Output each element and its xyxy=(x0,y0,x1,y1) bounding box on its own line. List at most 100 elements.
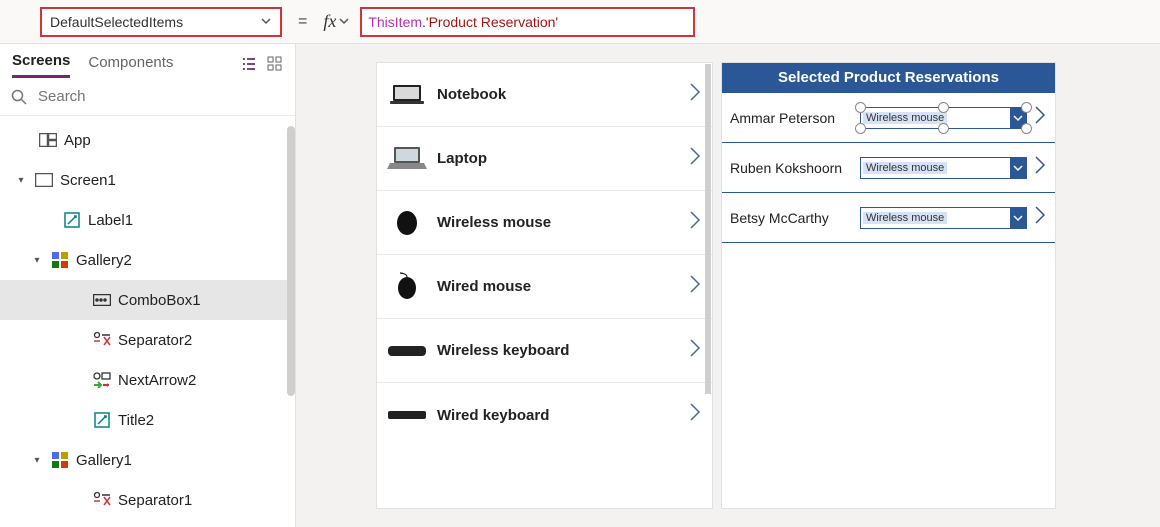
tree-node-gallery1[interactable]: ▾ Gallery1 xyxy=(0,440,295,480)
app-icon xyxy=(38,133,58,147)
tree-label: Separator2 xyxy=(118,332,192,349)
product-name: Wired mouse xyxy=(437,278,688,295)
selection-handle[interactable] xyxy=(938,102,949,113)
tree-label: Label1 xyxy=(88,212,133,229)
tree-node-screen1[interactable]: ▾ Screen1 xyxy=(0,160,295,200)
combobox-value: Wireless mouse xyxy=(863,112,947,124)
reservation-item[interactable]: Betsy McCarthy Wireless mouse xyxy=(722,193,1055,243)
selection-handle[interactable] xyxy=(1021,102,1032,113)
product-item[interactable]: Wired mouse xyxy=(377,255,712,319)
tab-components[interactable]: Components xyxy=(88,54,173,77)
reservation-person: Ammar Peterson xyxy=(730,110,860,126)
tree-node-separator2[interactable]: Separator2 xyxy=(0,320,295,360)
tree-tabs: Screens Components xyxy=(0,44,295,78)
canvas-area: Notebook Laptop xyxy=(296,44,1160,527)
tree-label: App xyxy=(64,132,91,149)
reservation-combobox-selected[interactable]: Wireless mouse xyxy=(860,107,1027,129)
property-dropdown[interactable]: DefaultSelectedItems xyxy=(40,7,282,37)
label-icon xyxy=(92,412,112,428)
product-item[interactable]: Wired keyboard xyxy=(377,383,712,447)
tree-view-panel: Screens Components App xyxy=(0,44,296,527)
tree-list-icon[interactable] xyxy=(241,56,257,75)
tree-node-title2[interactable]: Title2 xyxy=(0,400,295,440)
products-gallery[interactable]: Notebook Laptop xyxy=(376,62,713,509)
product-name: Laptop xyxy=(437,150,688,167)
product-item[interactable]: Laptop xyxy=(377,127,712,191)
reservation-person: Betsy McCarthy xyxy=(730,210,860,226)
chevron-right-icon[interactable] xyxy=(688,209,702,237)
chevron-right-icon[interactable] xyxy=(688,81,702,109)
product-name: Notebook xyxy=(437,86,688,103)
search-input[interactable] xyxy=(34,84,285,109)
scrollbar[interactable] xyxy=(287,126,295,396)
tree-label: Separator1 xyxy=(118,492,192,509)
formula-token-string: 'Product Reservation' xyxy=(426,14,558,30)
reservation-item[interactable]: Ammar Peterson Wireless mouse xyxy=(722,93,1055,143)
separator-icon xyxy=(92,492,112,508)
combobox-icon xyxy=(92,294,112,306)
main-split: Screens Components App xyxy=(0,44,1160,527)
product-thumb-laptop xyxy=(387,144,427,174)
product-thumb-wired-keyboard xyxy=(387,400,427,430)
tree-label: Gallery2 xyxy=(76,252,132,269)
product-name: Wireless mouse xyxy=(437,214,688,231)
chevron-down-icon[interactable] xyxy=(1010,158,1026,178)
tree-node-label1[interactable]: Label1 xyxy=(0,200,295,240)
product-thumb-wireless-keyboard xyxy=(387,336,427,366)
fx-icon[interactable]: fx xyxy=(323,11,336,32)
combobox-value: Wireless mouse xyxy=(863,212,947,224)
product-thumb-wired-mouse xyxy=(387,272,427,302)
reservations-gallery[interactable]: Selected Product Reservations Ammar Pete… xyxy=(721,62,1056,509)
reservation-combobox[interactable]: Wireless mouse xyxy=(860,157,1027,179)
reservation-item[interactable]: Ruben Kokshoorn Wireless mouse xyxy=(722,143,1055,193)
tree-node-gallery2[interactable]: ▾ Gallery2 xyxy=(0,240,295,280)
chevron-right-icon[interactable] xyxy=(1033,204,1047,232)
product-name: Wireless keyboard xyxy=(437,342,688,359)
chevron-right-icon[interactable] xyxy=(688,145,702,173)
tree-grid-icon[interactable] xyxy=(267,56,283,75)
chevron-right-icon[interactable] xyxy=(688,401,702,429)
chevron-right-icon[interactable] xyxy=(1033,154,1047,182)
reservation-person: Ruben Kokshoorn xyxy=(730,160,860,176)
product-thumb-wireless-mouse xyxy=(387,208,427,238)
selection-handle[interactable] xyxy=(855,102,866,113)
caret-down-icon: ▾ xyxy=(14,175,28,186)
tree-node-nextarrow2[interactable]: NextArrow2 xyxy=(0,360,295,400)
product-item[interactable]: Wireless keyboard xyxy=(377,319,712,383)
caret-down-icon: ▾ xyxy=(30,255,44,266)
tab-screens[interactable]: Screens xyxy=(12,52,70,78)
chevron-down-icon[interactable] xyxy=(1010,208,1026,228)
search-icon xyxy=(10,88,28,106)
selection-handle[interactable] xyxy=(855,123,866,134)
product-item[interactable]: Notebook xyxy=(377,63,712,127)
caret-down-icon: ▾ xyxy=(30,455,44,466)
tree-label: ComboBox1 xyxy=(118,292,201,309)
label-icon xyxy=(62,212,82,228)
tree-node-app[interactable]: App xyxy=(0,120,295,160)
chevron-right-icon[interactable] xyxy=(688,273,702,301)
tree-label: Title2 xyxy=(118,412,154,429)
chevron-down-icon xyxy=(260,14,272,30)
selection-handle[interactable] xyxy=(938,123,949,134)
chevron-right-icon[interactable] xyxy=(1033,104,1047,132)
product-thumb-notebook xyxy=(387,80,427,110)
formula-token-thisitem: ThisItem xyxy=(368,14,422,30)
chevron-right-icon[interactable] xyxy=(688,337,702,365)
tree-node-separator1[interactable]: Separator1 xyxy=(0,480,295,520)
product-item[interactable]: Wireless mouse xyxy=(377,191,712,255)
tree-label: Screen1 xyxy=(60,172,116,189)
reservation-combobox[interactable]: Wireless mouse xyxy=(860,207,1027,229)
selection-handle[interactable] xyxy=(1021,123,1032,134)
formula-input[interactable]: ThisItem.'Product Reservation' xyxy=(360,7,695,37)
nextarrow-icon xyxy=(92,372,112,388)
scrollbar[interactable] xyxy=(705,64,711,394)
tree-label: Gallery1 xyxy=(76,452,132,469)
formula-bar: DefaultSelectedItems = fx ThisItem.'Prod… xyxy=(0,0,1160,44)
equals-sign: = xyxy=(298,13,307,31)
screen-icon xyxy=(34,173,54,187)
chevron-down-icon[interactable] xyxy=(338,14,350,30)
tree-node-combobox1[interactable]: ComboBox1 xyxy=(0,280,295,320)
app-canvas[interactable]: Notebook Laptop xyxy=(376,62,1056,509)
separator-icon xyxy=(92,332,112,348)
reservations-header: Selected Product Reservations xyxy=(722,63,1055,93)
